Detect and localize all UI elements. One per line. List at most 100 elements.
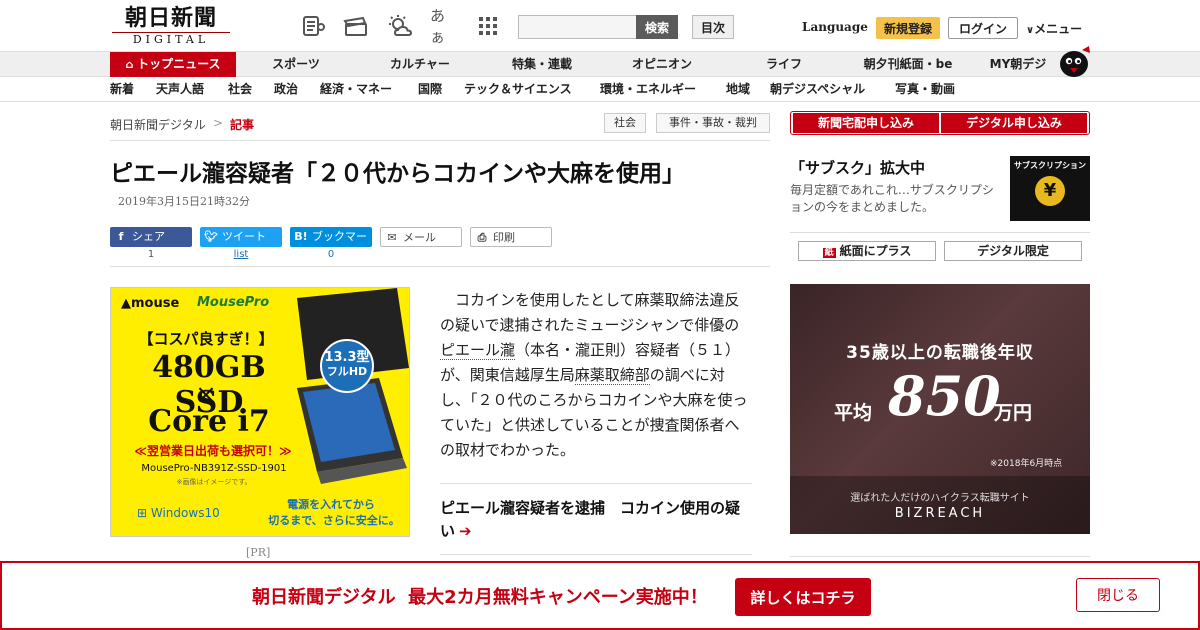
divider [110, 266, 770, 267]
ad2-unit: 万円 [994, 402, 1033, 424]
arrow-right-icon: ➔ [459, 522, 472, 540]
nav2-item-photo-video[interactable]: 写真・動画 [895, 77, 955, 102]
secondary-nav: 新着 天声人語 社会 政治 経済・マネー 国際 テック＆サイエンス 環境・エネル… [0, 77, 1200, 102]
article-title: ピエール瀧容疑者「２０代からコカインや大麻を使用」 [110, 161, 685, 187]
chevron-down-icon: ∨ [1026, 25, 1035, 36]
ticket-icon[interactable] [342, 13, 370, 39]
related-article-link[interactable]: ピエール瀧容疑者を逮捕 コカイン使用の疑い ➔ [440, 497, 752, 543]
ad-model: MousePro-NB391Z-SSD-1901 [141, 463, 287, 474]
page: 朝日新聞 DIGITAL あぁ 検索 目次 Language 新規登録 ログイン… [0, 0, 1200, 630]
home-icon: ⌂ [125, 58, 138, 71]
ad-brand2: MousePro [197, 295, 270, 310]
site-header: 朝日新聞 DIGITAL あぁ 検索 目次 Language 新規登録 ログイン… [0, 0, 1200, 52]
tweet-button[interactable]: 🐦︎ ツイート [200, 227, 282, 247]
tweet-list-link[interactable]: list [200, 249, 282, 260]
laptop-image [297, 288, 409, 484]
tag-society[interactable]: 社会 [604, 113, 646, 133]
subscription-promo-image[interactable]: サブスクリプション ¥ [1010, 156, 1090, 221]
nav-item-my-asadigi[interactable]: MY朝デジ [982, 52, 1054, 77]
paper-icon: 紙 [822, 248, 836, 258]
promo-description[interactable]: 毎月定額であれこれ…サブスクリプションの今をまとめました。 [790, 182, 1004, 216]
font-size-icon[interactable]: あぁ [430, 7, 458, 46]
promo-title[interactable]: 「サブスク」拡大中 [790, 157, 925, 178]
nav2-item-society[interactable]: 社会 [228, 77, 252, 102]
menu-button[interactable]: ∨メニュー [1026, 20, 1082, 37]
tag-incident[interactable]: 事件・事故・裁判 [656, 113, 770, 133]
ad-os: ⊞ Windows10 [137, 506, 220, 520]
share-label: シェア [132, 230, 165, 243]
nav2-item-latest[interactable]: 新着 [110, 77, 134, 102]
nav-item-culture[interactable]: カルチャー [378, 52, 462, 77]
search-input[interactable] [518, 15, 638, 39]
nav-item-features[interactable]: 特集・連載 [500, 52, 584, 77]
close-button[interactable]: 閉じる [1076, 578, 1160, 612]
grid-icon[interactable] [474, 13, 502, 39]
weather-icon[interactable] [386, 13, 414, 39]
nav-item-top-news[interactable]: ⌂ トップニュース [110, 52, 236, 77]
hatena-bookmark-button[interactable]: B! ブックマーク [290, 227, 372, 263]
pr-label: [PR] [246, 546, 271, 559]
logo-sub-text: DIGITAL [112, 32, 230, 46]
ad-copy1: 電源を入れてから [287, 498, 375, 511]
mail-button[interactable]: ✉ メール [380, 227, 462, 247]
nav2-item-politics[interactable]: 政治 [274, 77, 298, 102]
nav2-item-economy[interactable]: 経済・マネー [320, 77, 392, 102]
facebook-icon: f [118, 230, 124, 243]
print-label: 印刷 [493, 231, 515, 244]
print-button[interactable]: ⎙ 印刷 [470, 227, 552, 247]
nav-item-sports[interactable]: スポーツ [256, 52, 336, 77]
nav2-item-international[interactable]: 国際 [418, 77, 442, 102]
divider [790, 232, 1090, 233]
twitter-icon: 🐦︎ [204, 230, 218, 243]
campaign-detail-button[interactable]: 詳しくはコチラ [735, 578, 871, 616]
print-icon: ⎙ [477, 231, 487, 244]
breadcrumb-home[interactable]: 朝日新聞デジタル [110, 116, 206, 133]
index-button[interactable]: 目次 [692, 15, 734, 39]
language-link[interactable]: Language [802, 20, 868, 34]
nav2-item-environment[interactable]: 環境・エネルギー [600, 77, 696, 102]
windows-icon: ⊞ [137, 506, 151, 520]
asahi-logo[interactable]: 朝日新聞 DIGITAL [112, 6, 230, 46]
campaign-bottom-bar: 朝日新聞デジタル 最大2カ月無料キャンペーン実施中！ 詳しくはコチラ 閉じる [0, 561, 1200, 630]
link-pierre-taki[interactable]: ピエール瀧 [440, 341, 516, 360]
nav2-item-region[interactable]: 地域 [726, 77, 750, 102]
newspaper-icon[interactable] [300, 13, 328, 39]
body-text-1: コカインを使用したとして麻薬取締法違反の疑いで逮捕されたミュージシャンで俳優の [440, 291, 740, 334]
bookmark-count: 0 [327, 249, 335, 260]
ad2-footer-copy: 選ばれた人だけのハイクラス転職サイト [850, 493, 1030, 504]
nav-item-paper-edition[interactable]: 朝夕刊紙面・be [856, 52, 960, 77]
login-button[interactable]: ログイン [948, 17, 1018, 39]
promo-image-text: サブスクリプション [1014, 161, 1086, 170]
digital-only-button[interactable]: デジタル限定 [944, 241, 1082, 261]
newspaper-subscribe-button[interactable]: 新聞宅配申し込み [793, 113, 939, 133]
facebook-share-button[interactable]: f シェア [110, 227, 192, 247]
ad-copy2: 切るまで、さらに安全に。 [268, 514, 400, 527]
paper-plus-button[interactable]: 紙紙面にプラス [798, 241, 936, 261]
article-date: 2019年3月15日21時32分 [118, 195, 250, 208]
breadcrumb-current: 記事 [230, 118, 255, 132]
search-button[interactable]: 検索 [636, 15, 678, 39]
nav-item-opinion[interactable]: オピニオン [620, 52, 704, 77]
nav2-item-tensei-jingo[interactable]: 天声人語 [156, 77, 204, 102]
link-narcotics-division[interactable]: 麻薬取締部 [574, 366, 650, 385]
related-title: ピエール瀧容疑者を逮捕 コカイン使用の疑い [440, 499, 741, 540]
divider [110, 140, 770, 141]
nav2-item-tech-science[interactable]: テック＆サイエンス [464, 77, 572, 102]
mascot-icon[interactable] [1056, 44, 1092, 78]
digital-subscribe-button[interactable]: デジタル申し込み [941, 113, 1087, 133]
ad2-avg-label: 平均 [834, 402, 873, 424]
ad-brand: ▲mouse [121, 296, 180, 311]
mail-label: メール [403, 231, 436, 244]
ad-note: ※画像はイメージです。 [176, 478, 252, 486]
ad2-note: ※2018年6月時点 [990, 459, 1063, 469]
bizreach-ad[interactable]: 35歳以上の転職後年収 平均 850 万円 ※2018年6月時点 選ばれた人だけ… [790, 284, 1090, 534]
campaign-message: 朝日新聞デジタル 最大2カ月無料キャンペーン実施中！ [252, 587, 708, 608]
ad-campaign: ≪翌営業日出荷も選択可！≫ [134, 444, 292, 458]
mouse-computer-ad[interactable]: ▲mouse MousePro 【コスパ良すぎ！】 480GB SSD × Co… [110, 287, 410, 537]
ad2-amount: 850 [888, 364, 1001, 428]
nav-item-life[interactable]: ライフ [754, 52, 814, 77]
logo-main-text: 朝日新聞 [124, 5, 217, 31]
divider [440, 483, 752, 484]
register-button[interactable]: 新規登録 [876, 17, 940, 39]
nav2-item-special[interactable]: 朝デジスペシャル [770, 77, 865, 102]
